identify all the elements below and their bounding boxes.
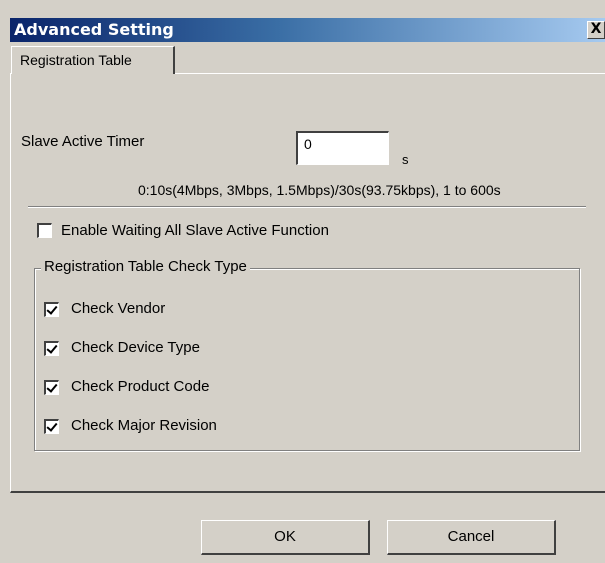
slave-active-timer-unit: s [402, 152, 409, 167]
check-major-revision-label[interactable]: Check Major Revision [71, 417, 217, 434]
tab-label: Registration Table [20, 52, 132, 68]
check-major-revision-checkbox[interactable] [44, 419, 59, 434]
tab-panel: Slave Active Timer 0 s 0:10s(4Mbps, 3Mbp… [10, 73, 605, 493]
slave-active-timer-hint: 0:10s(4Mbps, 3Mbps, 1.5Mbps)/30s(93.75kb… [138, 182, 501, 198]
close-icon: X [590, 21, 602, 37]
check-device-type-checkbox[interactable] [44, 341, 59, 356]
check-product-code-checkbox[interactable] [44, 380, 59, 395]
ok-button[interactable]: OK [201, 520, 370, 555]
title-bar[interactable]: Advanced Setting X [10, 18, 605, 42]
slave-active-timer-input[interactable]: 0 [296, 131, 389, 165]
check-vendor-checkbox[interactable] [44, 302, 59, 317]
group-caption: Registration Table Check Type [41, 258, 250, 275]
window-title: Advanced Setting [14, 20, 174, 39]
tab-registration-table[interactable]: Registration Table [11, 46, 175, 74]
separator [28, 206, 586, 208]
check-product-code-label[interactable]: Check Product Code [71, 378, 209, 395]
enable-waiting-label[interactable]: Enable Waiting All Slave Active Function [61, 222, 329, 239]
check-vendor-label[interactable]: Check Vendor [71, 300, 165, 317]
check-device-type-label[interactable]: Check Device Type [71, 339, 200, 356]
dialog-body: Registration Table Slave Active Timer 0 … [10, 42, 605, 563]
cancel-button[interactable]: Cancel [387, 520, 556, 555]
enable-waiting-checkbox[interactable] [37, 223, 52, 238]
slave-active-timer-label: Slave Active Timer [21, 133, 145, 150]
close-button[interactable]: X [587, 21, 605, 39]
